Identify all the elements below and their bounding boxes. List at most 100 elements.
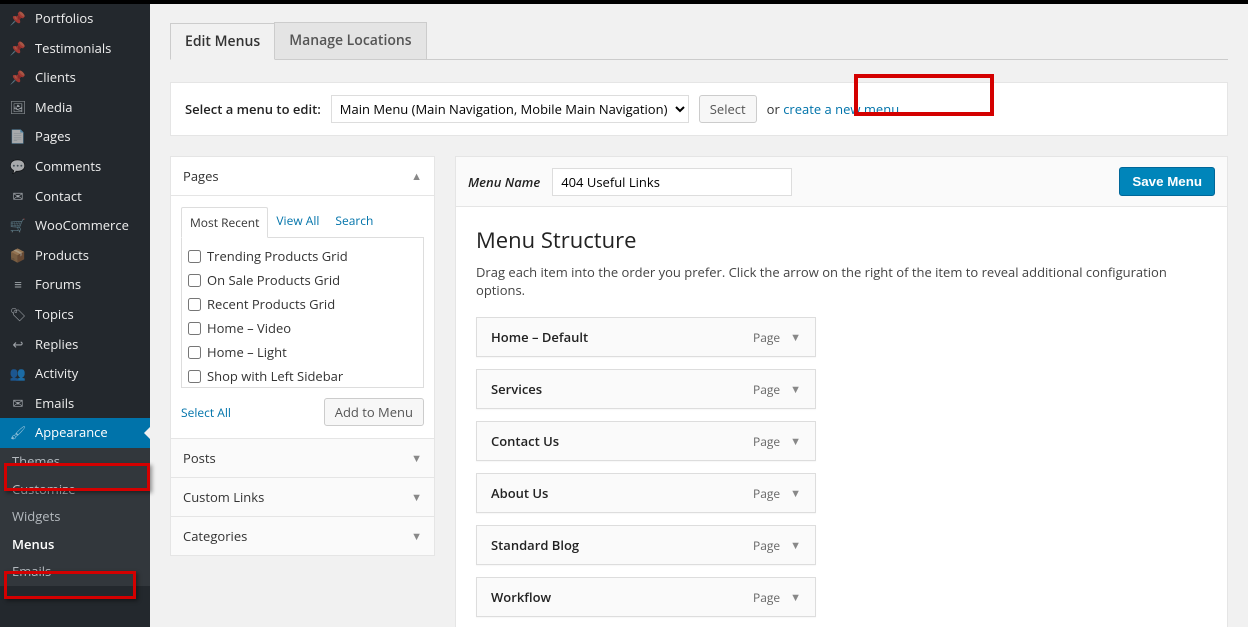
- menu-item-type: Page: [753, 485, 780, 502]
- page-checkbox-label: Home – Video: [207, 319, 291, 337]
- menu-item[interactable]: Home – DefaultPage ▼: [476, 317, 816, 357]
- menu-item[interactable]: About UsPage ▼: [476, 473, 816, 513]
- select-menu-row: Select a menu to edit: Main Menu (Main N…: [170, 82, 1228, 136]
- main-content: Edit Menus Manage Locations Select a men…: [150, 4, 1248, 627]
- sidebar-icon: 💬: [9, 159, 27, 175]
- sidebar-item-label: Clients: [35, 70, 76, 86]
- sidebar-item-label: Comments: [35, 159, 101, 175]
- menu-name-input[interactable]: [552, 168, 792, 196]
- sidebar-sub-customize[interactable]: Customize: [0, 476, 150, 504]
- sidebar-item-label: Media: [35, 100, 72, 116]
- page-checkbox[interactable]: [188, 250, 201, 263]
- sidebar-item-forums[interactable]: ≡Forums: [0, 270, 150, 300]
- page-checkbox-label: Trending Products Grid: [207, 247, 348, 265]
- caret-down-icon[interactable]: ▼: [790, 330, 801, 345]
- sidebar-item-label: Emails: [35, 396, 74, 412]
- menu-name-bar: Menu Name Save Menu: [455, 156, 1228, 207]
- sidebar-submenu: ThemesCustomizeWidgetsMenusEmails: [0, 448, 150, 586]
- caret-down-icon[interactable]: ▼: [790, 382, 801, 397]
- menu-items-list: Home – DefaultPage▼ServicesPage▼Contact …: [476, 317, 1207, 627]
- sidebar-icon: ≡: [9, 277, 27, 293]
- menu-structure-hint: Drag each item into the order you prefer…: [476, 263, 1207, 299]
- sidebar-icon: 🛒: [9, 218, 27, 234]
- select-all-link[interactable]: Select All: [181, 404, 231, 421]
- page-checkbox-item[interactable]: Recent Products Grid: [186, 292, 419, 316]
- menu-name-label: Menu Name: [468, 173, 540, 191]
- menu-item-title: About Us: [491, 484, 753, 502]
- sidebar-item-label: Topics: [35, 307, 74, 323]
- sidebar-item-label: Replies: [35, 337, 78, 353]
- menu-item[interactable]: Standard BlogPage▼: [476, 525, 816, 565]
- caret-down-icon[interactable]: ▼: [790, 590, 801, 605]
- menu-tabs: Edit Menus Manage Locations: [170, 22, 1228, 60]
- sidebar-sub-menus[interactable]: Menus: [0, 531, 150, 559]
- sidebar-item-appearance[interactable]: 🖌Appearance: [0, 418, 150, 448]
- caret-down-icon[interactable]: ▼: [790, 434, 801, 449]
- pages-check-list[interactable]: Trending Products Grid On Sale Products G…: [181, 238, 424, 388]
- tab-edit-menus[interactable]: Edit Menus: [170, 23, 275, 60]
- sidebar-item-label: Testimonials: [35, 41, 111, 57]
- sidebar-item-activity[interactable]: 👥Activity: [0, 359, 150, 389]
- accordion-categories-head[interactable]: Categories ▼: [171, 516, 434, 555]
- menu-item-type: Page: [753, 433, 780, 450]
- sidebar-icon: ✉: [9, 189, 27, 205]
- caret-down-icon[interactable]: ▼: [790, 538, 801, 553]
- sidebar-item-woocommerce[interactable]: 🛒 WooCommerce: [0, 211, 150, 241]
- menu-item-type: Page: [753, 381, 780, 398]
- sidebar-item-media[interactable]: 🖼 Media: [0, 93, 150, 123]
- menu-item-title: Home – Default: [491, 328, 753, 346]
- page-checkbox-item[interactable]: Trending Products Grid: [186, 244, 419, 268]
- menu-item-title: Services: [491, 380, 753, 398]
- accordion-posts-head[interactable]: Posts ▼: [171, 438, 434, 477]
- page-checkbox[interactable]: [188, 346, 201, 359]
- pages-tab-all[interactable]: View All: [268, 206, 327, 237]
- create-new-menu-link[interactable]: create a new menu: [783, 100, 899, 118]
- sidebar-item-topics[interactable]: 🏷Topics: [0, 300, 150, 330]
- accordion-pages-head[interactable]: Pages ▲: [171, 157, 434, 195]
- save-menu-button[interactable]: Save Menu: [1119, 167, 1215, 196]
- page-checkbox[interactable]: [188, 274, 201, 287]
- menu-item[interactable]: Contact UsPage ▼: [476, 421, 816, 461]
- page-checkbox[interactable]: [188, 370, 201, 383]
- select-button[interactable]: Select: [699, 95, 757, 123]
- caret-up-icon: ▲: [411, 169, 422, 184]
- page-checkbox-item[interactable]: On Sale Products Grid: [186, 268, 419, 292]
- sidebar-item-emails[interactable]: ✉ Emails: [0, 389, 150, 419]
- select-menu-label: Select a menu to edit:: [185, 100, 321, 118]
- sidebar-icon: 🖼: [9, 100, 27, 116]
- sidebar-item-clients[interactable]: 📌Clients: [0, 63, 150, 93]
- pages-tab-search[interactable]: Search: [327, 206, 381, 237]
- sidebar-item-contact[interactable]: ✉Contact: [0, 182, 150, 212]
- page-checkbox-item[interactable]: Shop with Left Sidebar: [186, 364, 419, 388]
- sidebar-item-testimonials[interactable]: 📌Testimonials: [0, 34, 150, 64]
- accordion-custom-links-head[interactable]: Custom Links ▼: [171, 477, 434, 516]
- menu-item-title: Contact Us: [491, 432, 753, 450]
- menu-item[interactable]: WorkflowPage▼: [476, 577, 816, 617]
- caret-down-icon: ▼: [411, 529, 422, 544]
- page-checkbox[interactable]: [188, 298, 201, 311]
- create-menu-text: or create a new menu.: [767, 100, 903, 118]
- sidebar-icon: ✉: [9, 396, 27, 412]
- sidebar-item-label: WooCommerce: [35, 218, 129, 234]
- pages-tab-recent[interactable]: Most Recent: [181, 207, 268, 238]
- page-checkbox-item[interactable]: Home – Video: [186, 316, 419, 340]
- sidebar-item-pages[interactable]: 📄Pages: [0, 122, 150, 152]
- page-checkbox-item[interactable]: Home – Light: [186, 340, 419, 364]
- menu-item-type: Page: [753, 329, 780, 346]
- caret-down-icon: ▼: [411, 490, 422, 505]
- add-to-menu-button[interactable]: Add to Menu: [324, 398, 424, 426]
- menu-item[interactable]: ServicesPage ▼: [476, 369, 816, 409]
- sidebar-sub-themes[interactable]: Themes: [0, 448, 150, 476]
- caret-down-icon[interactable]: ▼: [790, 486, 801, 501]
- sidebar-item-replies[interactable]: ↩Replies: [0, 330, 150, 360]
- tab-manage-locations[interactable]: Manage Locations: [274, 22, 426, 59]
- sidebar-item-products[interactable]: 📦Products: [0, 241, 150, 271]
- sidebar-sub-widgets[interactable]: Widgets: [0, 503, 150, 531]
- menu-select-dropdown[interactable]: Main Menu (Main Navigation, Mobile Main …: [331, 95, 689, 123]
- page-checkbox[interactable]: [188, 322, 201, 335]
- sidebar-item-portfolios[interactable]: 📌Portfolios: [0, 4, 150, 34]
- page-checkbox-label: On Sale Products Grid: [207, 271, 340, 289]
- sidebar-item-comments[interactable]: 💬 Comments: [0, 152, 150, 182]
- sidebar-sub-emails[interactable]: Emails: [0, 558, 150, 586]
- sidebar-icon: 🖌: [9, 425, 27, 441]
